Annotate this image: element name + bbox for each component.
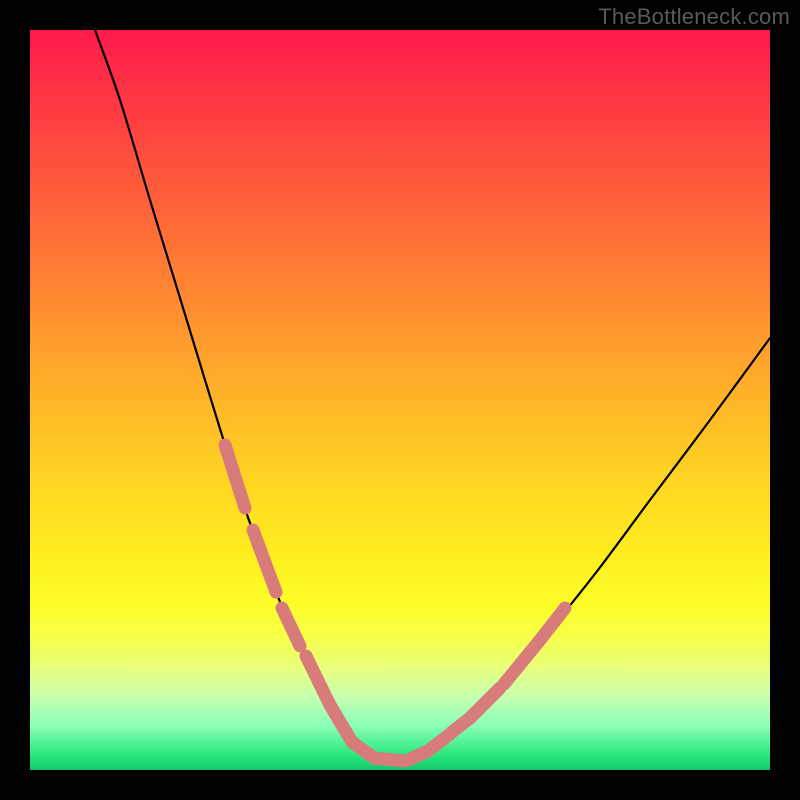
overlay-dash: [253, 530, 276, 592]
watermark-text: TheBottleneck.com: [598, 4, 790, 30]
v-curve: [95, 30, 770, 763]
overlay-dash: [282, 608, 300, 646]
overlay-dash: [225, 445, 245, 508]
overlay-dashes: [225, 445, 565, 761]
curve-layer: [30, 30, 770, 770]
chart-frame: TheBottleneck.com: [0, 0, 800, 800]
overlay-dash: [428, 734, 450, 751]
overlay-dash: [504, 640, 540, 684]
overlay-dash: [470, 688, 500, 718]
overlay-dash: [306, 656, 330, 705]
plot-area: [30, 30, 770, 770]
overlay-dash: [540, 608, 565, 640]
overlay-dash: [374, 758, 404, 761]
